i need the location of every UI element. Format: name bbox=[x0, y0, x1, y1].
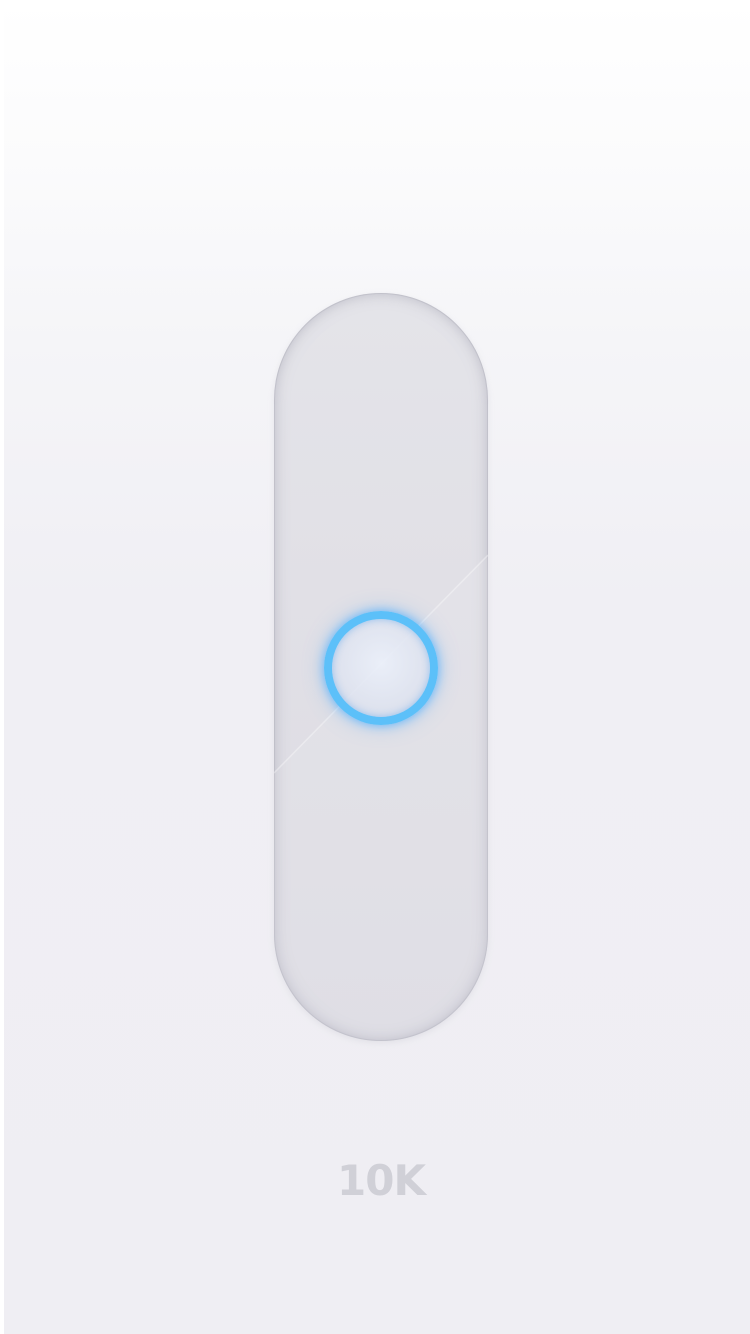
slider-screen: 10K bbox=[4, 0, 750, 1334]
slider-knob[interactable] bbox=[324, 611, 438, 725]
slider-value-label: 10K bbox=[337, 1156, 426, 1205]
